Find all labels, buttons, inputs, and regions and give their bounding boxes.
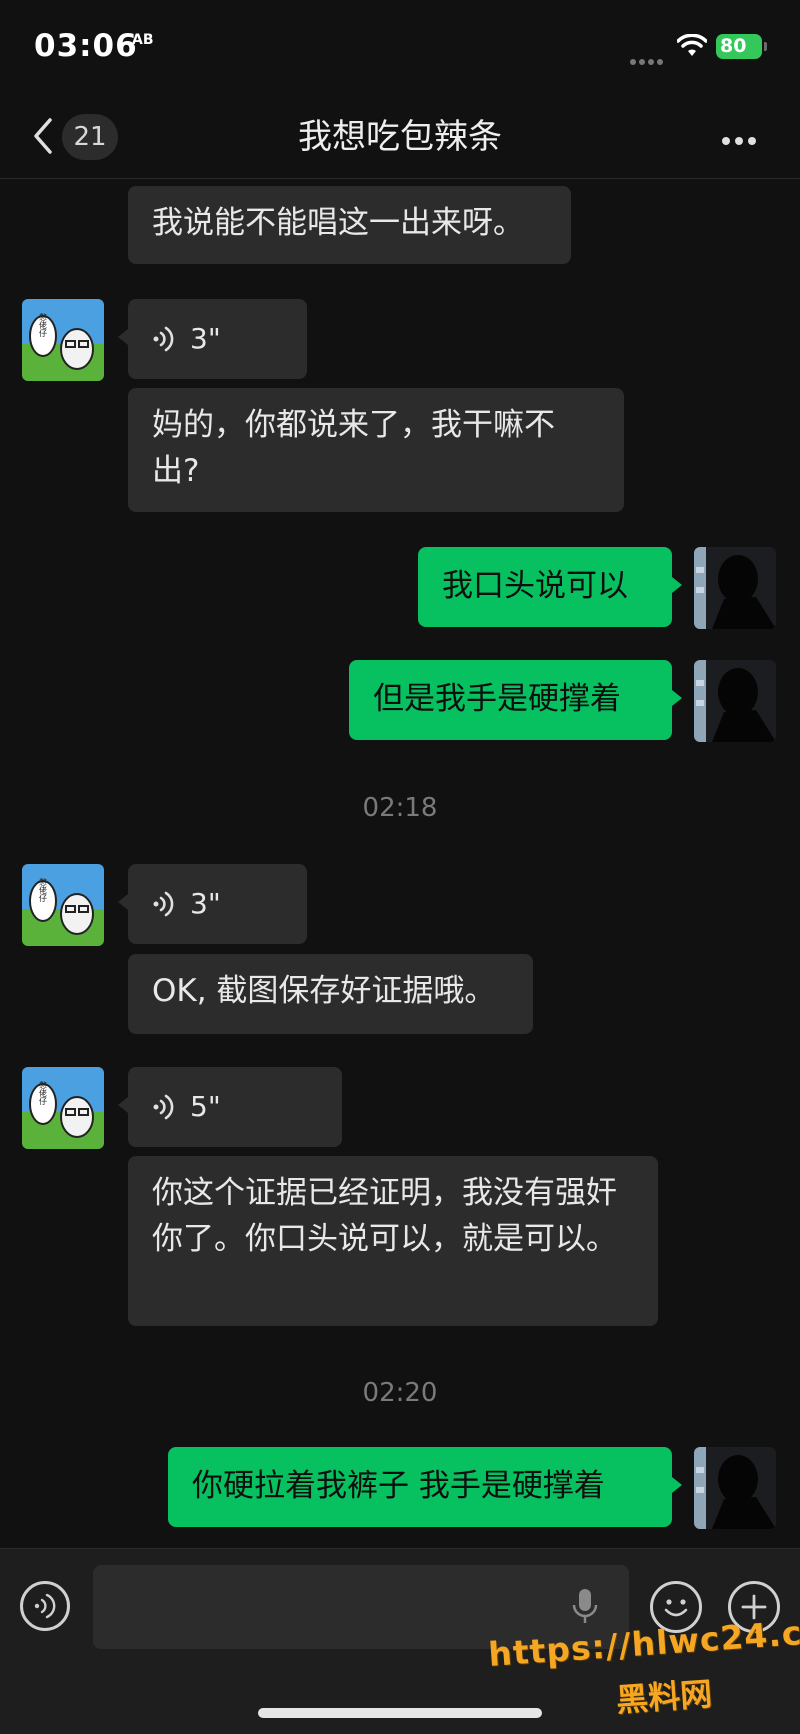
message-text: 你硬拉着我裤子 我手是硬撑着 xyxy=(192,1468,605,1504)
message-text: OK, 截图保存好证据哦。 xyxy=(152,973,496,1009)
sound-wave-icon xyxy=(153,326,174,352)
sound-wave-icon xyxy=(153,1094,174,1120)
message-bubble-outgoing[interactable]: 你硬拉着我裤子 我手是硬撑着 xyxy=(168,1447,682,1527)
microphone-icon[interactable] xyxy=(571,1587,599,1627)
message-bubble-incoming[interactable]: 你这个证据已经证明，我没有强奸你了。你口头说可以，就是可以。 xyxy=(128,1156,658,1326)
sticker-caption: 憋佬仔 xyxy=(39,1080,48,1106)
message-bubble-outgoing[interactable]: 我口头说可以 xyxy=(418,547,682,627)
voice-message-incoming[interactable]: 3" xyxy=(118,864,307,944)
home-indicator xyxy=(258,1708,542,1718)
message-text: 我口头说可以 xyxy=(442,568,628,604)
avatar[interactable] xyxy=(694,660,776,742)
message-timestamp: 02:18 xyxy=(362,793,438,823)
voice-toggle-button[interactable] xyxy=(20,1581,70,1631)
avatar[interactable]: 憋佬仔 xyxy=(22,1067,104,1149)
avatar[interactable] xyxy=(694,547,776,629)
message-list: 我说能不能唱这一出来呀。 憋佬仔 3" 妈的，你都说来了，我干嘛不出? 我口头说… xyxy=(0,0,800,1733)
avatar[interactable]: 憋佬仔 xyxy=(22,299,104,381)
avatar[interactable] xyxy=(694,1447,776,1529)
message-bubble-incoming[interactable]: OK, 截图保存好证据哦。 xyxy=(128,954,533,1034)
sound-wave-icon xyxy=(34,1593,56,1619)
message-bubble-incoming[interactable]: 妈的，你都说来了，我干嘛不出? xyxy=(128,388,624,512)
message-bubble-incoming[interactable]: 我说能不能唱这一出来呀。 xyxy=(128,186,571,264)
sticker-caption: 憋佬仔 xyxy=(39,877,48,903)
message-text: 但是我手是硬撑着 xyxy=(373,681,621,717)
sound-wave-icon xyxy=(153,891,174,917)
sticker-caption: 憋佬仔 xyxy=(39,312,48,338)
voice-duration: 3" xyxy=(190,887,221,920)
voice-message-incoming[interactable]: 3" xyxy=(118,299,307,379)
voice-duration: 5" xyxy=(190,1090,221,1123)
message-text: 妈的，你都说来了，我干嘛不出? xyxy=(152,407,555,489)
message-timestamp: 02:20 xyxy=(362,1378,438,1408)
voice-message-incoming[interactable]: 5" xyxy=(118,1067,342,1147)
voice-duration: 3" xyxy=(190,322,221,355)
message-text: 我说能不能唱这一出来呀。 xyxy=(152,205,524,241)
message-bubble-outgoing[interactable]: 但是我手是硬撑着 xyxy=(349,660,682,740)
message-text: 你这个证据已经证明，我没有强奸你了。你口头说可以，就是可以。 xyxy=(152,1175,617,1257)
watermark-name: 黑料网 xyxy=(614,1674,714,1720)
avatar[interactable]: 憋佬仔 xyxy=(22,864,104,946)
